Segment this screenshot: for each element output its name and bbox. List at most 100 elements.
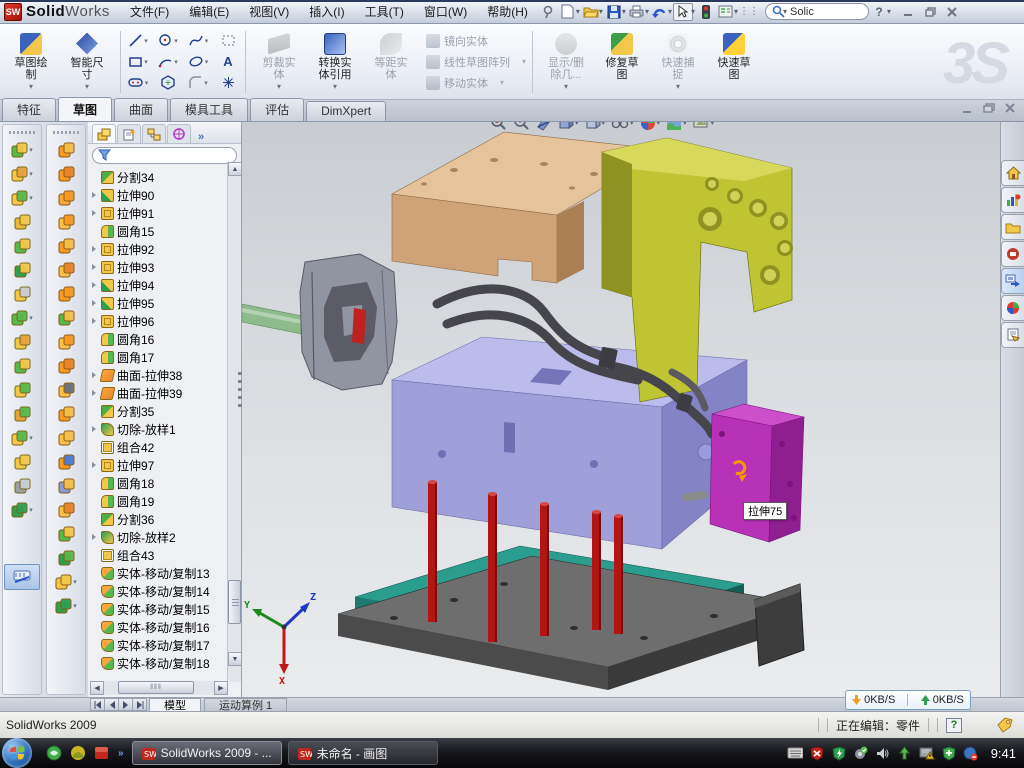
command-button[interactable]: 剪裁实 体 ▾	[251, 29, 307, 95]
tree-item[interactable]: 实体-移动/复制17	[90, 636, 228, 654]
start-button[interactable]	[2, 738, 32, 768]
appearances-scenes-tab[interactable]	[1001, 295, 1024, 321]
chevron-down-icon[interactable]: ▾	[676, 82, 680, 91]
expand-arrow-icon[interactable]	[90, 246, 98, 252]
tool-icon[interactable]: ▾	[5, 306, 39, 330]
scrollbar-thumb[interactable]	[228, 580, 241, 624]
point-tool-icon[interactable]	[213, 72, 243, 93]
zoom-fit-icon[interactable]	[490, 122, 507, 131]
feature-manager-tab[interactable]	[92, 124, 116, 143]
scroll-up-icon[interactable]: ▲	[228, 162, 242, 176]
search-box[interactable]: ▾ Solic	[765, 3, 869, 20]
expand-arrow-icon[interactable]	[90, 300, 98, 306]
tool-icon[interactable]: ▾	[5, 210, 39, 234]
expand-arrow-icon[interactable]	[90, 516, 98, 522]
menu-item[interactable]: 视图(V)	[239, 0, 299, 23]
tree-item[interactable]: 分割36	[90, 510, 228, 528]
tree-item[interactable]: 实体-移动/复制15	[90, 600, 228, 618]
tree-vertical-scrollbar[interactable]: ▲ ▼	[227, 162, 241, 682]
menu-item[interactable]: 帮助(H)	[477, 0, 538, 23]
quick-tips-icon[interactable]: ?	[946, 718, 962, 733]
dimxpert-manager-tab[interactable]	[167, 124, 191, 143]
expand-arrow-icon[interactable]	[90, 174, 98, 180]
close-button[interactable]	[944, 5, 960, 19]
taskbar-task-button[interactable]: SW SolidWorks 2009 - ...	[132, 741, 282, 765]
tool-icon[interactable]: ▾	[49, 450, 83, 474]
open-document-icon[interactable]	[581, 3, 601, 21]
tree-item[interactable]: 实体-移动/复制13	[90, 564, 228, 582]
menu-item[interactable]: 插入(I)	[299, 0, 354, 23]
configuration-manager-tab[interactable]	[142, 124, 166, 143]
messenger-icon[interactable]	[46, 745, 62, 761]
select-arrow-icon[interactable]	[673, 3, 693, 21]
command-row[interactable]: 线性草图阵列 ▾	[426, 53, 526, 71]
command-button[interactable]: 显示/删 除几... ▾	[538, 29, 594, 95]
tree-item[interactable]: 拉伸95	[90, 294, 228, 312]
document-tab[interactable]: 模型	[149, 698, 201, 711]
chevron-down-icon[interactable]: ▾	[500, 78, 504, 87]
design-library-tab[interactable]	[1001, 187, 1024, 213]
tool-icon[interactable]: ▾	[49, 378, 83, 402]
tree-item[interactable]: 拉伸92	[90, 240, 228, 258]
command-button[interactable]: 快速草 图	[706, 29, 762, 95]
chevron-down-icon[interactable]: ▾	[333, 82, 337, 91]
new-document-icon[interactable]	[558, 3, 578, 21]
tool-icon[interactable]: ▾	[5, 474, 39, 498]
doc-restore-button[interactable]	[983, 103, 995, 117]
undo-caret-icon[interactable]: ▾	[668, 7, 672, 16]
property-manager-tab[interactable]	[117, 124, 141, 143]
chevron-down-icon[interactable]: ▾	[29, 146, 33, 154]
save-caret-icon[interactable]: ▾	[622, 7, 626, 16]
tool-icon[interactable]: ▾	[49, 330, 83, 354]
tool-icon[interactable]: ▾	[49, 306, 83, 330]
tool-icon[interactable]: ▾	[49, 402, 83, 426]
solidworks-resources-tab[interactable]	[1001, 241, 1024, 267]
search-input[interactable]: Solic	[790, 6, 814, 18]
tree-item[interactable]: 圆角15	[90, 222, 228, 240]
custom-properties-tab[interactable]	[1001, 322, 1024, 348]
tool-icon[interactable]: ▾	[49, 522, 83, 546]
edit-appearance-icon[interactable]: ▾	[640, 122, 661, 131]
print-icon[interactable]	[627, 3, 647, 21]
tool-icon[interactable]: ▾	[5, 282, 39, 306]
scroll-down-icon[interactable]: ▼	[228, 652, 242, 666]
options-caret-icon[interactable]: ▾	[734, 7, 738, 16]
expand-arrow-icon[interactable]	[90, 282, 98, 288]
line-tool-icon[interactable]: ▾	[123, 30, 153, 51]
tool-icon[interactable]: ▾	[49, 162, 83, 186]
expand-arrow-icon[interactable]	[90, 210, 98, 216]
tree-item[interactable]: 曲面-拉伸38	[90, 366, 228, 384]
expand-arrow-icon[interactable]	[90, 624, 98, 630]
search-scope-caret-icon[interactable]: ▾	[783, 7, 787, 16]
tool-icon[interactable]: ▾	[5, 330, 39, 354]
tree-item[interactable]: 分割34	[90, 168, 228, 186]
circle-tool-icon[interactable]: ▾	[153, 30, 183, 51]
chevron-down-icon[interactable]: ▾	[29, 82, 33, 91]
tool-icon[interactable]: ▾	[5, 258, 39, 282]
chevron-down-icon[interactable]: ▾	[29, 170, 33, 178]
taskbar-clock[interactable]: 9:41	[991, 746, 1016, 761]
tool-icon[interactable]: ▾	[5, 378, 39, 402]
defender-shield-icon[interactable]	[941, 745, 957, 761]
tool-icon[interactable]: ▾	[5, 354, 39, 378]
rectangle-tool-icon[interactable]: ▾	[123, 51, 153, 72]
expand-arrow-icon[interactable]	[90, 390, 98, 396]
tool-icon[interactable]: ▾	[49, 498, 83, 522]
print-caret-icon[interactable]: ▾	[645, 7, 649, 16]
text-tool-icon[interactable]	[213, 51, 243, 72]
scroll-right-icon[interactable]: ▶	[214, 681, 228, 695]
tree-item[interactable]: 实体-移动/复制14	[90, 582, 228, 600]
tool-icon[interactable]: ▾	[5, 498, 39, 522]
menu-item[interactable]: 工具(T)	[355, 0, 414, 23]
file-explorer-tab[interactable]	[1001, 214, 1024, 240]
view-palette-tab[interactable]	[1001, 268, 1024, 294]
tree-item[interactable]: 切除-放样1	[90, 420, 228, 438]
solidworks-launcher-icon[interactable]	[94, 745, 110, 761]
security-shield-icon[interactable]	[831, 745, 847, 761]
quick-launch-overflow-icon[interactable]: »	[118, 748, 124, 759]
tool-icon[interactable]: ▾	[5, 186, 39, 210]
panel-overflow-icon[interactable]: »	[198, 131, 204, 143]
view-settings-icon[interactable]: ▾	[693, 122, 715, 130]
document-tab[interactable]: 运动算例 1	[204, 698, 287, 711]
chevron-down-icon[interactable]: ▾	[29, 194, 33, 202]
